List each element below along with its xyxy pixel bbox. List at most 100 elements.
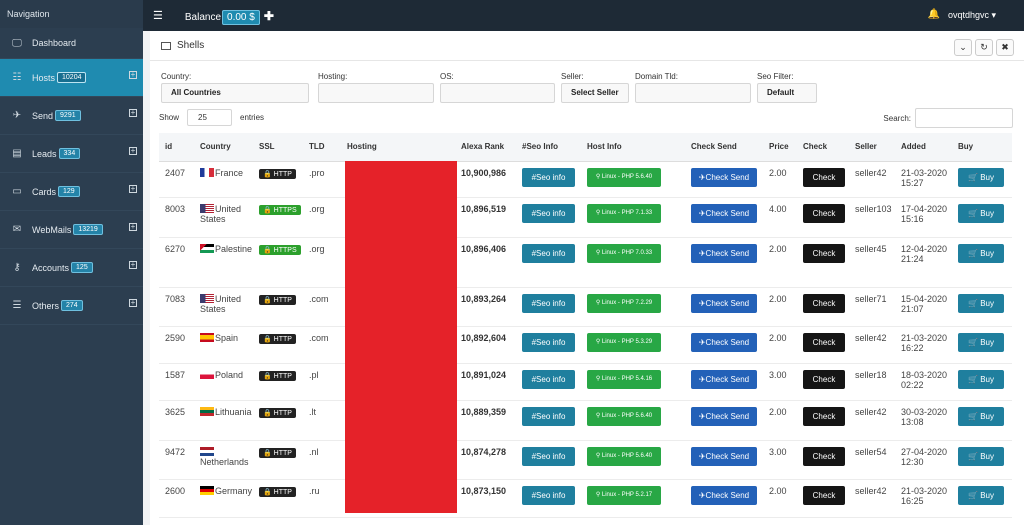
expand-icon[interactable]: +	[129, 71, 137, 79]
column-header[interactable]: id	[159, 133, 194, 162]
check-button[interactable]: Check	[803, 332, 845, 352]
host-info-button[interactable]: ⚲ Linux - PHP 5.2.17	[587, 485, 661, 505]
column-header[interactable]: Hosting	[341, 133, 455, 162]
sidebar-item-leads[interactable]: ▤ Leads 334 +	[0, 135, 143, 173]
seller-filter[interactable]: Select Seller	[561, 83, 629, 103]
collapse-button[interactable]: ⌄	[954, 39, 972, 56]
seo-info-button[interactable]: #Seo info	[522, 446, 575, 466]
refresh-button[interactable]: ↻	[975, 39, 993, 56]
check-button[interactable]: Check	[803, 406, 845, 426]
check-button[interactable]: Check	[803, 485, 845, 505]
entries-select[interactable]: 25	[187, 109, 233, 126]
row-id: 6270	[165, 243, 186, 254]
add-balance-icon[interactable]: ✚	[264, 9, 274, 23]
seo-info-button[interactable]: #Seo info	[522, 485, 575, 505]
check-button[interactable]: Check	[803, 446, 845, 466]
host-info-button[interactable]: ⚲ Linux - PHP 7.2.29	[587, 293, 661, 313]
expand-icon[interactable]: +	[129, 223, 137, 231]
expand-icon[interactable]: +	[129, 109, 137, 117]
seo-info-button[interactable]: #Seo info	[522, 293, 575, 313]
column-header[interactable]: #Seo Info	[516, 133, 581, 162]
buy-button[interactable]: 🛒 Buy	[958, 332, 1004, 352]
buy-button[interactable]: 🛒 Buy	[958, 446, 1004, 466]
seo-info-button[interactable]: #Seo info	[522, 243, 575, 263]
search-input[interactable]	[915, 108, 1013, 128]
host-info-button[interactable]: ⚲ Linux - PHP 7.1.33	[587, 203, 661, 223]
buy-button[interactable]: 🛒 Buy	[958, 203, 1004, 223]
table-row: 2600 Germany 🔒 HTTP .ru 10,873,150 #Seo info ⚲…	[159, 479, 1012, 518]
tld: .com	[309, 332, 329, 343]
bell-icon[interactable]: 🔔	[928, 9, 940, 20]
buy-button[interactable]: 🛒 Buy	[958, 243, 1004, 263]
seo-info-button[interactable]: #Seo info	[522, 203, 575, 223]
count-badge: 274	[61, 300, 83, 311]
buy-button[interactable]: 🛒 Buy	[958, 293, 1004, 313]
seo-info-button[interactable]: #Seo info	[522, 369, 575, 389]
column-header[interactable]: Seller	[849, 133, 895, 162]
expand-icon[interactable]: +	[129, 299, 137, 307]
check-send-button[interactable]: ✈Check Send	[691, 167, 757, 187]
seo-info-button[interactable]: #Seo info	[522, 332, 575, 352]
column-header[interactable]: Country	[194, 133, 253, 162]
sidebar-item-accounts[interactable]: ⚷ Accounts 125 +	[0, 249, 143, 287]
sidebar-item-webmails[interactable]: ✉ WebMails 13219 +	[0, 211, 143, 249]
check-send-button[interactable]: ✈Check Send	[691, 369, 757, 389]
ssl-badge: 🔒 HTTP	[259, 447, 296, 458]
sidebar-item-cards[interactable]: ▭ Cards 129 +	[0, 173, 143, 211]
check-button[interactable]: Check	[803, 167, 845, 187]
check-button[interactable]: Check	[803, 203, 845, 223]
check-button[interactable]: Check	[803, 243, 845, 263]
hamburger-menu-icon[interactable]: ☰	[153, 9, 163, 22]
column-header[interactable]: Host Info	[581, 133, 685, 162]
check-send-button[interactable]: ✈Check Send	[691, 446, 757, 466]
check-send-button[interactable]: ✈Check Send	[691, 243, 757, 263]
check-send-button[interactable]: ✈Check Send	[691, 485, 757, 505]
column-header[interactable]: SSL	[253, 133, 303, 162]
column-header[interactable]: Buy	[952, 133, 1012, 162]
check-button[interactable]: Check	[803, 293, 845, 313]
domain-tld-filter[interactable]	[635, 83, 751, 103]
buy-button[interactable]: 🛒 Buy	[958, 369, 1004, 389]
buy-button[interactable]: 🛒 Buy	[958, 167, 1004, 187]
column-header[interactable]: Check	[797, 133, 849, 162]
host-info-button[interactable]: ⚲ Linux - PHP 5.6.40	[587, 167, 661, 187]
hosting-filter[interactable]	[318, 83, 434, 103]
host-info-button[interactable]: ⚲ Linux - PHP 5.4.16	[587, 369, 661, 389]
added-date: 21-03-2020	[901, 167, 948, 178]
column-header[interactable]: Added	[895, 133, 952, 162]
sidebar-item-label: Dashboard	[32, 38, 77, 48]
host-info-button[interactable]: ⚲ Linux - PHP 5.6.40	[587, 446, 661, 466]
host-info-button[interactable]: ⚲ Linux - PHP 5.3.29	[587, 332, 661, 352]
os-filter[interactable]	[440, 83, 555, 103]
expand-icon[interactable]: +	[129, 261, 137, 269]
buy-button[interactable]: 🛒 Buy	[958, 406, 1004, 426]
seo-info-button[interactable]: #Seo info	[522, 406, 575, 426]
column-header[interactable]: TLD	[303, 133, 341, 162]
check-send-button[interactable]: ✈Check Send	[691, 293, 757, 313]
count-badge: 334	[58, 148, 81, 159]
sidebar-item-others[interactable]: ☰ Others 274 +	[0, 287, 143, 325]
seo-filter[interactable]: Default	[757, 83, 817, 103]
sidebar-item-dashboard[interactable]: 🖵 Dashboard	[0, 28, 143, 59]
close-button[interactable]: ✖	[996, 39, 1014, 56]
column-header[interactable]: Alexa Rank	[455, 133, 516, 162]
country-filter[interactable]: All Countries	[161, 83, 309, 103]
check-send-button[interactable]: ✈Check Send	[691, 332, 757, 352]
sidebar-item-hosts[interactable]: ☷ Hosts 10204 +	[0, 59, 143, 97]
check-send-button[interactable]: ✈Check Send	[691, 203, 757, 223]
sidebar-item-label: Hosts	[32, 72, 56, 83]
check-send-button[interactable]: ✈Check Send	[691, 406, 757, 426]
check-button[interactable]: Check	[803, 369, 845, 389]
column-header[interactable]: Price	[763, 133, 797, 162]
expand-icon[interactable]: +	[129, 185, 137, 193]
added-date: 21-03-2020	[901, 332, 948, 343]
host-info-button[interactable]: ⚲ Linux - PHP 7.0.33	[587, 243, 661, 263]
user-menu[interactable]: ovqtdhgvc ▾	[948, 10, 996, 21]
column-header[interactable]: Check Send	[685, 133, 763, 162]
added-time: 21:07	[901, 303, 924, 314]
host-info-button[interactable]: ⚲ Linux - PHP 5.6.40	[587, 406, 661, 426]
expand-icon[interactable]: +	[129, 147, 137, 155]
seo-info-button[interactable]: #Seo info	[522, 167, 575, 187]
buy-button[interactable]: 🛒 Buy	[958, 485, 1004, 505]
sidebar-item-send[interactable]: ✈ Send 9291 +	[0, 97, 143, 135]
